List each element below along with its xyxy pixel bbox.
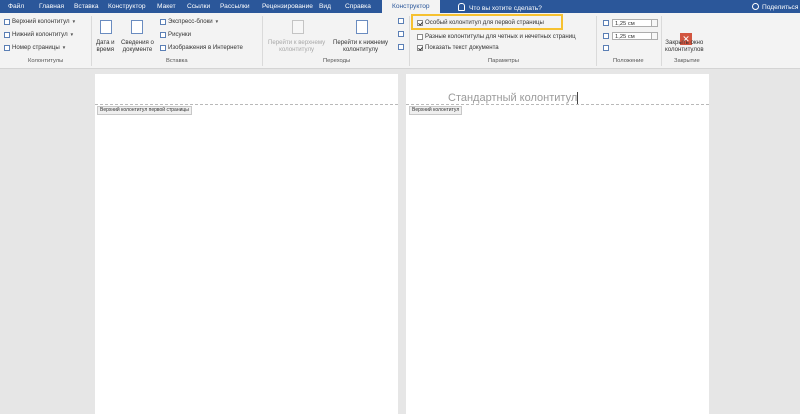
different-odd-even-checkbox[interactable]: Разные колонтитулы для четных и нечетных… xyxy=(417,33,576,40)
link-to-previous-icon[interactable] xyxy=(398,44,404,50)
header-from-top-spinner[interactable] xyxy=(652,19,658,27)
date-time-label-line2: время xyxy=(96,46,115,53)
goto-header-label-line1: Перейти к верхнему xyxy=(268,39,326,46)
group-label-options: Параметры xyxy=(488,58,519,64)
document-info-label-line2: документе xyxy=(122,46,153,53)
footer-from-bottom-spinner[interactable] xyxy=(652,32,658,40)
highlight-box xyxy=(411,14,563,30)
quick-parts-icon xyxy=(160,18,166,25)
checkbox-unchecked-icon xyxy=(417,33,423,40)
online-picture-icon xyxy=(160,44,166,51)
header-icon xyxy=(4,18,10,25)
header-text[interactable]: Стандартный колонтитул xyxy=(448,92,577,104)
group-label-navigation: Переходы xyxy=(323,58,351,64)
goto-header-icon xyxy=(292,20,304,34)
document-info-label-line1: Сведения о xyxy=(121,39,154,46)
group-label-position: Положение xyxy=(613,58,644,64)
chevron-down-icon: ▼ xyxy=(61,45,67,50)
text-cursor xyxy=(577,92,578,104)
date-time-label-line1: Дата и xyxy=(96,39,115,46)
quick-parts-label: Экспресс-блоки xyxy=(168,18,213,25)
group-divider xyxy=(262,16,263,66)
chevron-down-icon: ▼ xyxy=(71,19,77,24)
show-document-text-checkbox[interactable]: Показать текст документа xyxy=(417,44,499,51)
group-label-header-footer: Колонтитулы xyxy=(28,58,64,64)
person-icon xyxy=(752,3,759,10)
ribbon: Верхний колонтитул ▼ Нижний колонтитул ▼… xyxy=(0,13,800,69)
footer-from-bottom-input[interactable]: 1,25 см xyxy=(612,32,652,40)
calendar-icon xyxy=(100,20,112,34)
checkbox-checked-icon xyxy=(417,44,423,51)
share-label: Поделиться xyxy=(762,4,799,11)
group-label-close: Закрытие xyxy=(674,58,700,64)
tab-insert[interactable]: Вставка xyxy=(74,3,99,10)
group-divider xyxy=(91,16,92,66)
different-odd-even-label: Разные колонтитулы для четных и нечетных… xyxy=(425,33,576,40)
header-from-top-input[interactable]: 1,25 см xyxy=(612,19,652,27)
group-divider xyxy=(596,16,597,66)
menu-bar: Файл Главная Вставка Конструктор Макет С… xyxy=(0,0,800,13)
show-document-text-label: Показать текст документа xyxy=(425,44,499,51)
page-1[interactable]: Верхний колонтитул первой страницы xyxy=(95,74,398,414)
footer-position-icon xyxy=(603,33,609,39)
header-label: Верхний колонтитул xyxy=(12,18,70,25)
quick-parts-dropdown[interactable]: Экспресс-блоки ▼ xyxy=(160,18,219,25)
lightbulb-icon xyxy=(458,3,465,11)
tab-mailings[interactable]: Рассылки xyxy=(220,3,250,10)
tell-me-box[interactable]: Что вы хотите сделать? xyxy=(458,3,542,12)
header-dropdown[interactable]: Верхний колонтитул ▼ xyxy=(4,18,76,25)
chevron-down-icon: ▼ xyxy=(69,32,75,37)
next-section-icon[interactable] xyxy=(398,31,404,37)
pictures-label: Рисунки xyxy=(168,31,191,38)
close-label-line2: колонтитулов xyxy=(665,46,704,53)
tab-help[interactable]: Справка xyxy=(345,3,371,10)
header-tag-first-page: Верхний колонтитул первой страницы xyxy=(97,106,192,115)
group-divider xyxy=(409,16,410,66)
tab-home[interactable]: Главная xyxy=(39,3,64,10)
goto-header-label-line2: колонтитулу xyxy=(279,46,315,53)
header-boundary-line xyxy=(406,104,709,105)
close-label-line1: Закрыть окно xyxy=(665,39,704,46)
page-2[interactable]: Стандартный колонтитул Верхний колонтиту… xyxy=(406,74,709,414)
footer-label: Нижний колонтитул xyxy=(12,31,68,38)
tab-design[interactable]: Конструктор xyxy=(108,3,146,10)
chevron-down-icon: ▼ xyxy=(214,19,220,24)
tab-view[interactable]: Вид xyxy=(319,3,331,10)
document-area: Верхний колонтитул первой страницы Станд… xyxy=(0,69,800,414)
footer-icon xyxy=(4,31,10,38)
header-tag: Верхний колонтитул xyxy=(409,106,463,115)
header-boundary-line xyxy=(95,104,398,105)
tab-references[interactable]: Ссылки xyxy=(187,3,210,10)
group-divider xyxy=(661,16,662,66)
page-number-label: Номер страницы xyxy=(12,44,60,51)
page-number-icon xyxy=(4,44,10,51)
previous-section-icon[interactable] xyxy=(398,18,404,24)
goto-footer-icon xyxy=(356,20,368,34)
goto-footer-label-line1: Перейти к нижнему xyxy=(333,39,389,46)
tab-layout[interactable]: Макет xyxy=(157,3,176,10)
tell-me-text: Что вы хотите сделать? xyxy=(469,5,542,12)
goto-footer-label-line2: колонтитулу xyxy=(343,46,379,53)
document-icon xyxy=(131,20,143,34)
online-pictures-button[interactable]: Изображения в Интернете xyxy=(160,44,243,51)
tab-header-footer-design[interactable]: Конструктор xyxy=(382,0,440,13)
online-pictures-label: Изображения в Интернете xyxy=(168,44,243,51)
tab-file[interactable]: Файл xyxy=(8,3,24,10)
share-button[interactable]: Поделиться xyxy=(752,3,798,11)
insert-alignment-tab-icon[interactable] xyxy=(603,45,609,51)
footer-dropdown[interactable]: Нижний колонтитул ▼ xyxy=(4,31,74,38)
pictures-button[interactable]: Рисунки xyxy=(160,31,191,38)
page-number-dropdown[interactable]: Номер страницы ▼ xyxy=(4,44,66,51)
header-position-icon xyxy=(603,20,609,26)
group-label-insert: Вставка xyxy=(166,58,188,64)
tab-review[interactable]: Рецензирование xyxy=(262,3,313,10)
picture-icon xyxy=(160,31,166,38)
